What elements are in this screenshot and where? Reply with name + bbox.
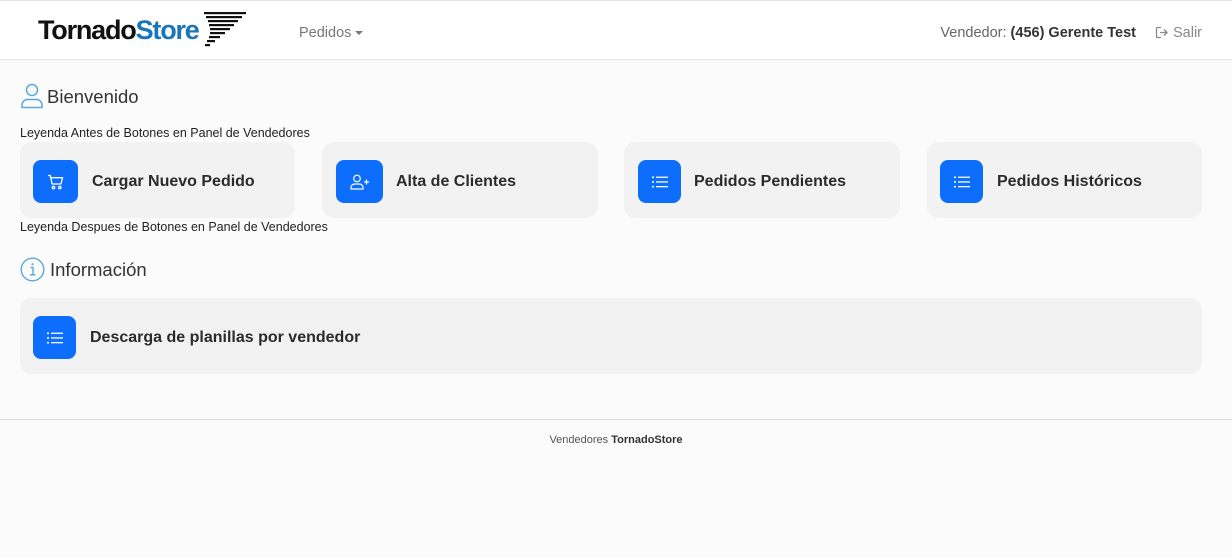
legend-after-buttons: Leyenda Despues de Botones en Panel de V…: [20, 220, 328, 234]
list-icon-box: [638, 160, 681, 203]
legend-before-buttons: Leyenda Antes de Botones en Panel de Ven…: [20, 126, 310, 140]
logo-word-store: Store: [135, 15, 200, 45]
card-label: Cargar Nuevo Pedido: [92, 173, 255, 190]
welcome-section-title: Bienvenido: [20, 81, 139, 111]
card-label: Pedidos Históricos: [997, 173, 1142, 190]
pedidos-historicos-button[interactable]: Pedidos Históricos: [927, 142, 1202, 218]
list-icon: [953, 176, 970, 187]
user-plus-icon: [349, 174, 369, 190]
card-label: Pedidos Pendientes: [694, 173, 847, 190]
info-section-title: Información: [20, 255, 147, 283]
pedidos-dropdown[interactable]: Pedidos: [299, 23, 364, 43]
sign-out-icon: [1155, 26, 1168, 39]
cart-icon: [47, 174, 63, 189]
list-icon-box: [940, 160, 983, 203]
footer: Vendedores TornadoStore: [0, 419, 1232, 558]
welcome-title-text: Bienvenido: [47, 86, 139, 107]
logo-word-tornado: Tornado: [38, 15, 137, 45]
card-label: Alta de Clientes: [396, 173, 517, 190]
vendor-label: Vendedor:: [940, 25, 1007, 41]
list-icon: [651, 176, 668, 187]
top-navbar: TornadoStore Pedidos Vendedor: (456) Ger…: [0, 0, 1232, 60]
caret-down-icon: [355, 31, 364, 36]
info-icon: [20, 256, 45, 282]
user-icon: [21, 83, 43, 109]
pedidos-dropdown-label: Pedidos: [299, 25, 352, 41]
logout-link[interactable]: Salir: [1155, 23, 1202, 43]
pedidos-pendientes-button[interactable]: Pedidos Pendientes: [624, 142, 900, 218]
footer-prefix: Vendedores: [549, 434, 609, 446]
descarga-planillas-button[interactable]: Descarga de planillas por vendedor: [20, 298, 1202, 374]
footer-brand: TornadoStore: [611, 434, 683, 446]
list-icon-box: [33, 316, 76, 359]
user-plus-icon-box: [336, 160, 383, 203]
info-title-text: Información: [50, 258, 147, 280]
cart-icon-box: [33, 160, 78, 203]
card-label: Descarga de planillas por vendedor: [90, 329, 361, 346]
tornado-logo-icon: [204, 12, 246, 47]
vendor-value: (456) Gerente Test: [1010, 25, 1136, 41]
alta-de-clientes-button[interactable]: Alta de Clientes: [322, 142, 598, 218]
tornadostore-logo[interactable]: TornadoStore: [38, 10, 250, 48]
logo-wordmark: TornadoStore: [38, 15, 200, 45]
vendor-info: Vendedor: (456) Gerente Test: [940, 23, 1136, 43]
footer-text: Vendedores TornadoStore: [0, 434, 1232, 446]
list-icon: [46, 332, 63, 343]
logout-label: Salir: [1173, 25, 1203, 41]
cargar-nuevo-pedido-button[interactable]: Cargar Nuevo Pedido: [20, 142, 295, 218]
